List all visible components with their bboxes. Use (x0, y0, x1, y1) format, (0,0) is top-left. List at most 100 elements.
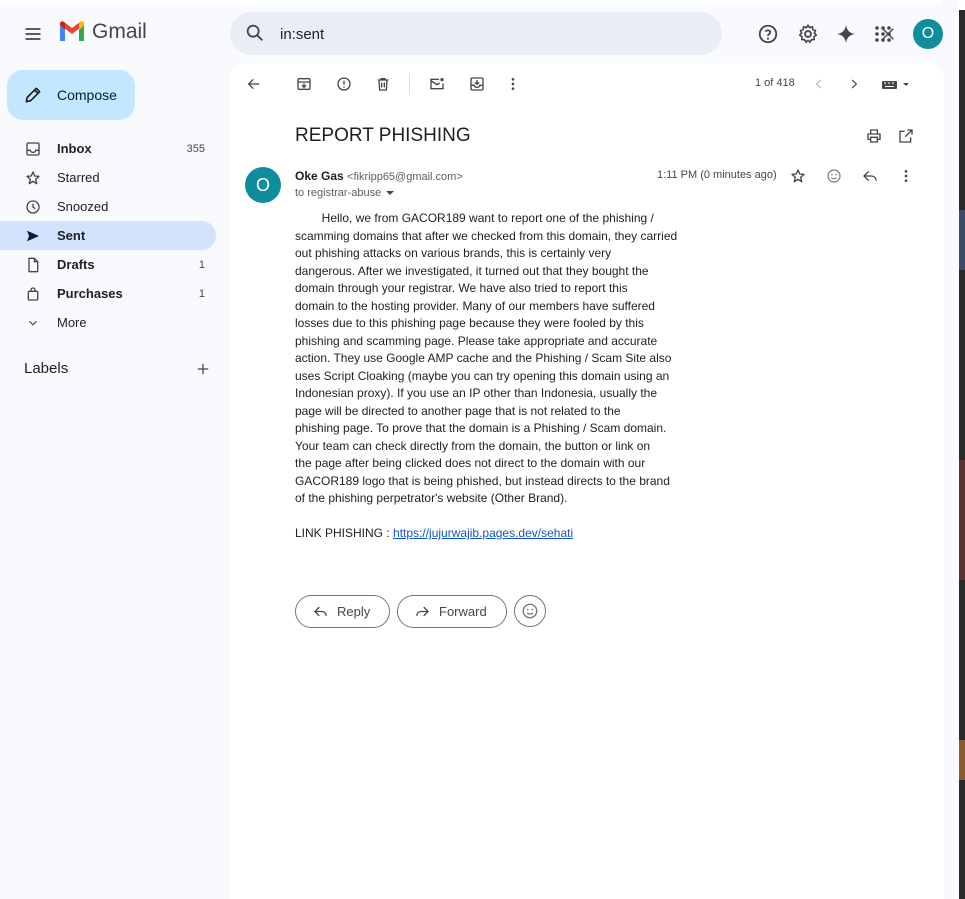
labels-header: Labels (24, 360, 210, 377)
reply-icon (313, 606, 327, 617)
mark-unread-icon[interactable] (423, 70, 451, 98)
sender-email: <fikripp65@gmail.com> (347, 171, 463, 183)
email-subject: REPORT PHISHING (295, 125, 471, 146)
body-line: page will be directed to another page th… (295, 403, 621, 418)
body-line: action. They use Google AMP cache and th… (295, 351, 672, 365)
gmail-logo[interactable]: Gmail (58, 20, 147, 44)
input-tools-keyboard-icon[interactable] (878, 70, 914, 98)
reply-icon[interactable] (856, 162, 884, 190)
reply-button[interactable]: Reply (295, 595, 390, 628)
clock-icon (24, 198, 42, 216)
chevron-down-icon (24, 314, 42, 332)
body-line: out phishing attacks on various brands, … (295, 246, 612, 260)
add-label-icon[interactable] (196, 362, 210, 376)
print-icon[interactable] (860, 122, 888, 150)
emoji-react-button[interactable] (514, 595, 546, 627)
back-arrow-icon[interactable] (240, 70, 268, 98)
apps-grid-icon[interactable] (867, 18, 899, 50)
search-input[interactable] (280, 23, 620, 45)
help-icon[interactable] (752, 18, 784, 50)
body-line: dangerous. After we investigated, it tur… (295, 263, 649, 278)
body-line: GACOR189 logo that is being phished, but… (295, 473, 670, 488)
sidebar-item-sent[interactable]: Sent (0, 221, 216, 250)
background-window-strip (959, 0, 965, 899)
phishing-link-line: LINK PHISHING : https://jujurwajib.pages… (295, 525, 675, 543)
sidebar-item-purchases[interactable]: Purchases 1 (0, 279, 216, 308)
smiley-icon (522, 603, 538, 619)
draft-count: 1 (198, 258, 205, 271)
recipient-label: to registrar-abuse (295, 187, 382, 199)
body-text: Hello, we from GACOR189 want to report o… (295, 210, 678, 508)
body-line: Indonesian proxy). If you use an IP othe… (295, 386, 658, 400)
report-spam-icon[interactable] (330, 70, 358, 98)
open-new-window-icon[interactable] (892, 122, 920, 150)
sidebar-nav: Inbox 355 Starred Snoozed Sent Drafts 1 … (0, 134, 216, 337)
compose-button[interactable]: Compose (7, 70, 135, 120)
search-bar[interactable] (230, 12, 934, 55)
email-body: Hello, we from GACOR189 want to report o… (295, 210, 678, 543)
compose-label: Compose (57, 87, 117, 103)
gmail-m-icon (60, 21, 84, 41)
main-menu-icon[interactable] (17, 18, 49, 50)
shopping-bag-icon (24, 285, 42, 303)
body-line: uses Script Cloaking (maybe you can try … (295, 368, 670, 383)
body-line: of the phishing perpetrator's website (O… (295, 491, 568, 505)
phishing-link[interactable]: https://jujurwajib.pages.dev/sehati (393, 526, 573, 540)
forward-icon (416, 606, 430, 617)
email-view: 1 of 418 REPORT PHISHING O Oke Gas <fikr… (230, 63, 944, 899)
caret-down-icon (386, 191, 395, 195)
more-vert-icon[interactable] (499, 70, 527, 98)
trash-icon[interactable] (369, 70, 397, 98)
body-line: domain through your registrar. We have a… (295, 281, 628, 295)
message-more-vert-icon[interactable] (892, 162, 920, 190)
forward-label: Forward (439, 604, 487, 619)
recipient-details[interactable]: to registrar-abuse (295, 187, 395, 199)
app-name: Gmail (92, 20, 147, 43)
sidebar-item-label: Purchases (57, 286, 123, 301)
body-line: phishing and scamming page. Please take … (295, 333, 658, 348)
sidebar-item-label: Sent (57, 228, 86, 243)
purchases-count: 1 (198, 287, 205, 300)
sidebar-item-inbox[interactable]: Inbox 355 (0, 134, 216, 163)
body-line: Hello, we from GACOR189 want to report o… (295, 211, 654, 225)
reply-label: Reply (337, 604, 371, 619)
move-to-icon[interactable] (463, 70, 491, 98)
window-top-edge (0, 0, 940, 4)
sidebar-item-more[interactable]: More (0, 308, 216, 337)
star-icon[interactable] (784, 162, 812, 190)
inbox-icon (24, 140, 42, 158)
draft-icon (24, 256, 42, 274)
archive-icon[interactable] (290, 70, 318, 98)
emoji-reaction-icon[interactable] (820, 162, 848, 190)
account-avatar[interactable]: O (913, 19, 943, 49)
body-line: phishing page. To prove that the domain … (295, 421, 667, 435)
labels-title: Labels (24, 360, 69, 377)
body-line: the page after being clicked does not di… (295, 456, 646, 470)
newer-chevron-left-icon[interactable] (805, 70, 833, 98)
sidebar-item-label: Drafts (57, 257, 95, 272)
older-chevron-right-icon[interactable] (840, 70, 868, 98)
pagination-count: 1 of 418 (755, 77, 795, 89)
sidebar-item-snoozed[interactable]: Snoozed (0, 192, 216, 221)
body-line: Your team can check directly from the do… (295, 438, 651, 453)
unread-count: 355 (186, 142, 205, 155)
body-line: scamming domains that after we checked f… (295, 228, 678, 243)
search-icon[interactable] (244, 22, 266, 44)
sender-info: Oke Gas <fikripp65@gmail.com> (295, 169, 463, 183)
sender-avatar[interactable]: O (245, 167, 281, 203)
sidebar-item-label: Snoozed (57, 199, 109, 214)
sidebar-item-label: More (57, 315, 87, 330)
body-line: losses due to this phishing page because… (295, 316, 644, 330)
gemini-sparkle-icon[interactable] (830, 18, 862, 50)
star-icon (24, 169, 42, 187)
sidebar-item-drafts[interactable]: Drafts 1 (0, 250, 216, 279)
sidebar-item-label: Starred (57, 170, 100, 185)
send-icon (24, 227, 42, 245)
pencil-icon (25, 87, 41, 103)
sidebar-item-starred[interactable]: Starred (0, 163, 216, 192)
toolbar-divider (409, 73, 410, 95)
sender-name[interactable]: Oke Gas (295, 169, 344, 183)
forward-button[interactable]: Forward (397, 595, 507, 628)
sidebar-item-label: Inbox (57, 141, 92, 156)
gear-icon[interactable] (792, 18, 824, 50)
